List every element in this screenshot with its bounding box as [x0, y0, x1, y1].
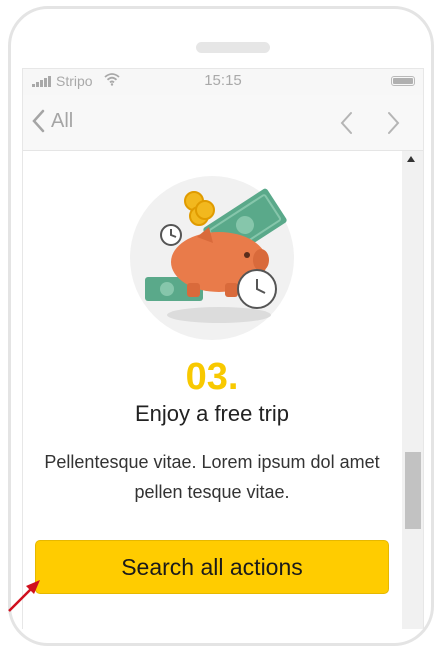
- cursor-arrow-icon: [8, 580, 40, 612]
- back-button[interactable]: All: [31, 109, 73, 133]
- next-message-button[interactable]: [387, 111, 401, 135]
- scroll-up-icon[interactable]: [407, 156, 415, 162]
- email-body: 03. Enjoy a free trip Pellentesque vitae…: [23, 151, 401, 629]
- battery-icon: [391, 76, 415, 86]
- phone-screen: Stripo 15:15 All 03. Enjoy a free trip P…: [22, 68, 424, 629]
- step-number: 03.: [185, 356, 239, 398]
- step-title: Enjoy a free trip: [134, 401, 290, 426]
- status-time: 15:15: [204, 72, 242, 89]
- chevron-left-icon: [32, 109, 45, 133]
- mail-navbar: All: [23, 95, 423, 151]
- search-all-actions-button[interactable]: Search all actions: [35, 540, 389, 594]
- scrollbar[interactable]: [402, 151, 423, 629]
- prev-message-button[interactable]: [339, 111, 353, 135]
- step-description: Pellentesque vitae. Lorem ipsum dol amet…: [44, 452, 380, 502]
- back-label: All: [51, 109, 74, 132]
- phone-speaker: [196, 42, 270, 53]
- scrollbar-thumb[interactable]: [405, 452, 421, 529]
- piggy-bank-illustration: [130, 176, 294, 340]
- status-bar: Stripo 15:15: [23, 69, 423, 95]
- button-label: Search all actions: [121, 553, 303, 580]
